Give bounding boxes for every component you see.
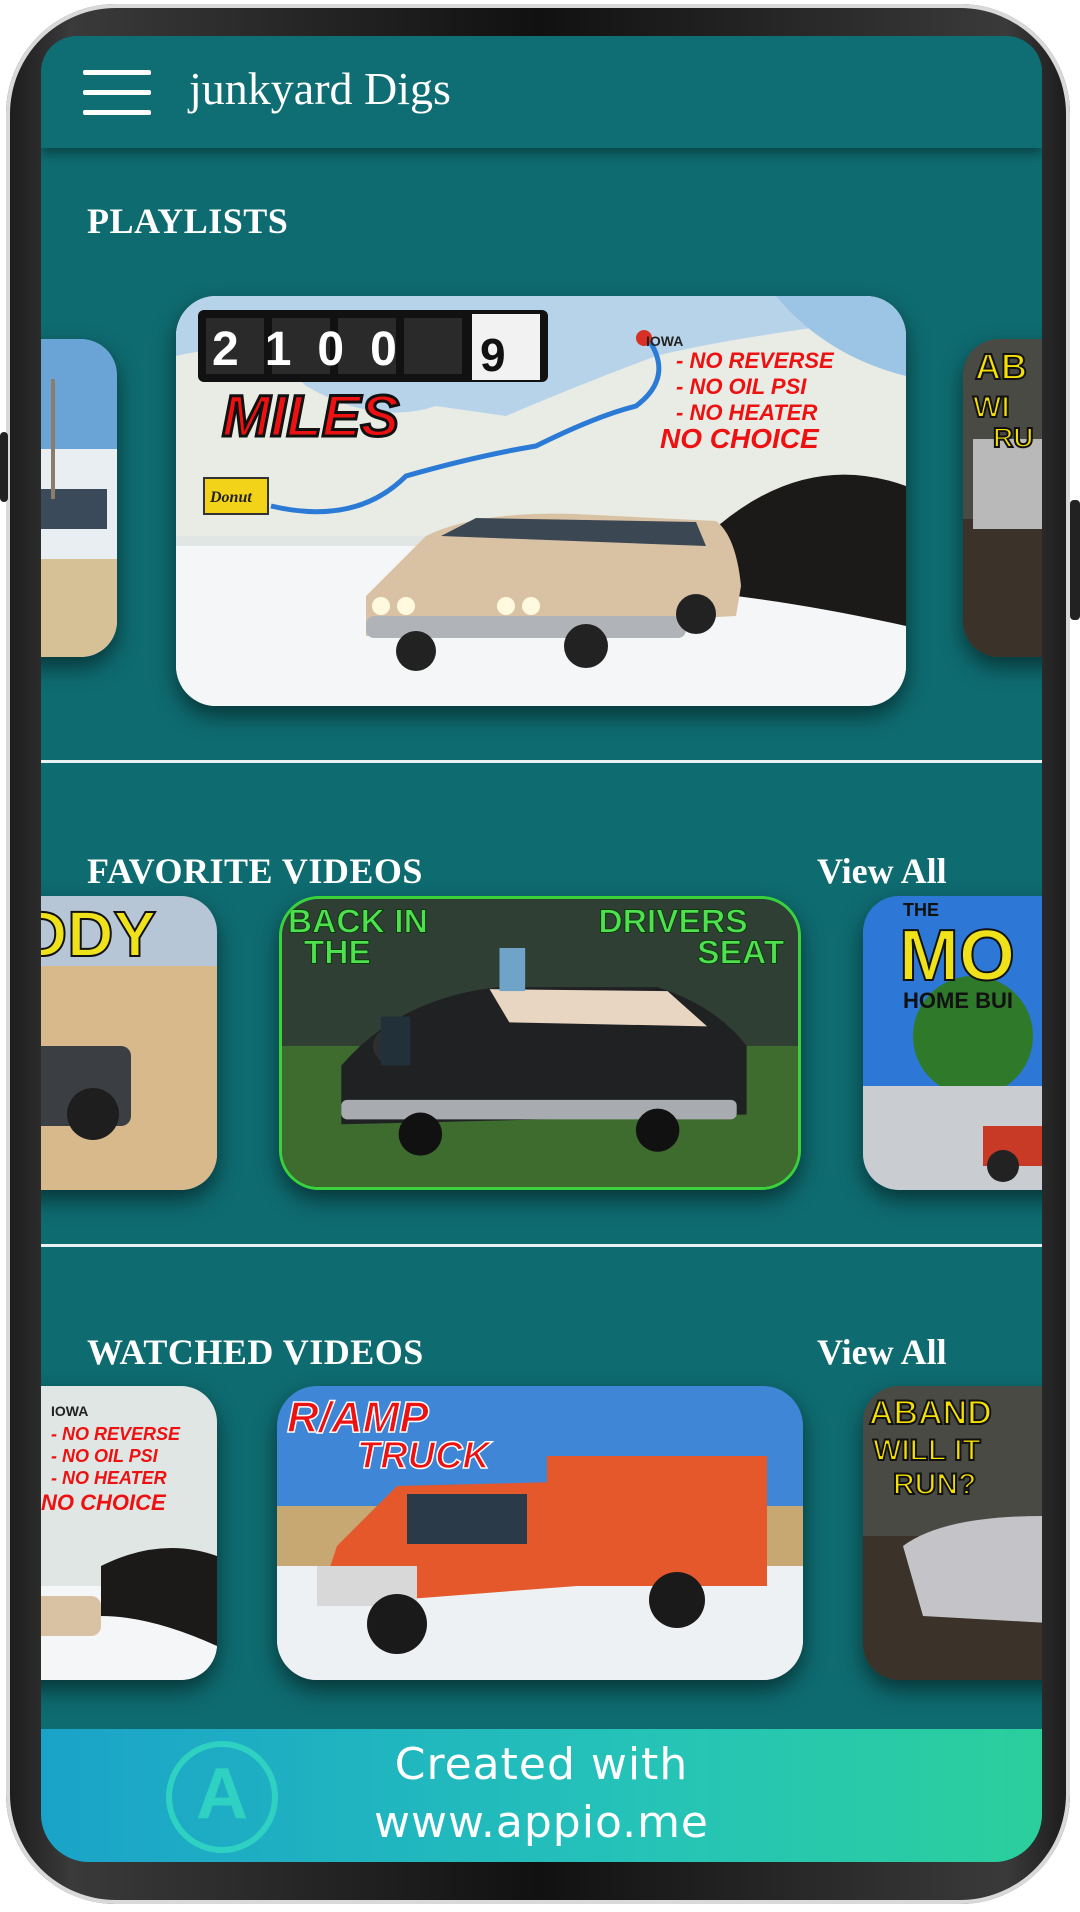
watched-card-main[interactable]: R/AMP TRUCK bbox=[277, 1386, 803, 1680]
power-button bbox=[1070, 500, 1080, 620]
svg-text:RU: RU bbox=[993, 422, 1033, 453]
favorite-card-right[interactable]: THE MO HOME BUI bbox=[863, 896, 1042, 1190]
watched-card-left[interactable]: IOWA - NO REVERSE - NO OIL PSI - NO HEAT… bbox=[41, 1386, 217, 1680]
volume-button bbox=[0, 432, 8, 502]
svg-text:- NO HEATER: - NO HEATER bbox=[51, 1468, 167, 1488]
favorite-card-main[interactable]: BACK IN THE DRIVERS SEAT bbox=[279, 896, 801, 1190]
banner-line1: Created with bbox=[394, 1739, 689, 1790]
svg-text:IOWA: IOWA bbox=[646, 333, 683, 349]
svg-text:RUN?: RUN? bbox=[893, 1468, 976, 1501]
svg-text:9: 9 bbox=[480, 329, 506, 381]
svg-text:NO CHOICE: NO CHOICE bbox=[660, 423, 820, 454]
svg-text:AB: AB bbox=[975, 346, 1027, 387]
watched-card-right[interactable]: ABAND WILL IT RUN? bbox=[863, 1386, 1042, 1680]
svg-text:SEAT: SEAT bbox=[697, 935, 785, 972]
svg-text:- NO OIL PSI: - NO OIL PSI bbox=[676, 374, 807, 399]
miles-text: MILES bbox=[222, 384, 400, 449]
section-divider bbox=[41, 1244, 1042, 1247]
svg-text:THE: THE bbox=[304, 935, 371, 972]
section-divider bbox=[41, 760, 1042, 763]
banner-line2: www.appio.me bbox=[373, 1797, 710, 1848]
svg-text:DDY: DDY bbox=[41, 898, 156, 970]
svg-text:ABAND: ABAND bbox=[869, 1394, 992, 1432]
svg-text:WILL IT: WILL IT bbox=[873, 1434, 981, 1467]
menu-icon[interactable] bbox=[83, 70, 151, 116]
svg-text:Donut: Donut bbox=[209, 489, 252, 506]
svg-text:NO CHOICE: NO CHOICE bbox=[41, 1490, 167, 1515]
svg-text:MO: MO bbox=[899, 916, 1015, 996]
favorites-title: FAVORITE VIDEOS bbox=[87, 851, 423, 891]
playlist-card-left[interactable] bbox=[41, 339, 117, 657]
svg-text:- NO OIL PSI: - NO OIL PSI bbox=[51, 1446, 159, 1466]
watched-title: WATCHED VIDEOS bbox=[87, 1332, 424, 1372]
favorite-card-left[interactable]: DDY bbox=[41, 896, 217, 1190]
svg-text:HOME BUI: HOME BUI bbox=[903, 988, 1013, 1013]
app-screen: junkyard Digs PLAYLISTS 9 2100 MILES IOW… bbox=[41, 36, 1042, 1862]
svg-text:IOWA: IOWA bbox=[51, 1403, 88, 1419]
playlist-card-main[interactable]: 9 2100 MILES IOWA - NO REVERSE - NO OIL … bbox=[176, 296, 906, 706]
appio-banner[interactable]: A Created with www.appio.me bbox=[41, 1729, 1042, 1862]
svg-text:- NO REVERSE: - NO REVERSE bbox=[51, 1424, 181, 1444]
playlists-title: PLAYLISTS bbox=[87, 201, 289, 241]
svg-text:WI: WI bbox=[973, 391, 1010, 424]
odometer-text: 2100 bbox=[212, 323, 423, 376]
app-header: junkyard Digs bbox=[41, 36, 1042, 148]
svg-text:- NO HEATER: - NO HEATER bbox=[676, 400, 817, 425]
playlist-card-right[interactable]: AB WI RU bbox=[963, 339, 1042, 657]
watched-view-all-link[interactable]: View All bbox=[817, 1331, 947, 1373]
favorites-view-all-link[interactable]: View All bbox=[817, 850, 947, 892]
svg-text:- NO REVERSE: - NO REVERSE bbox=[676, 348, 835, 373]
svg-text:TRUCK: TRUCK bbox=[357, 1435, 493, 1477]
app-title: junkyard Digs bbox=[189, 63, 451, 114]
